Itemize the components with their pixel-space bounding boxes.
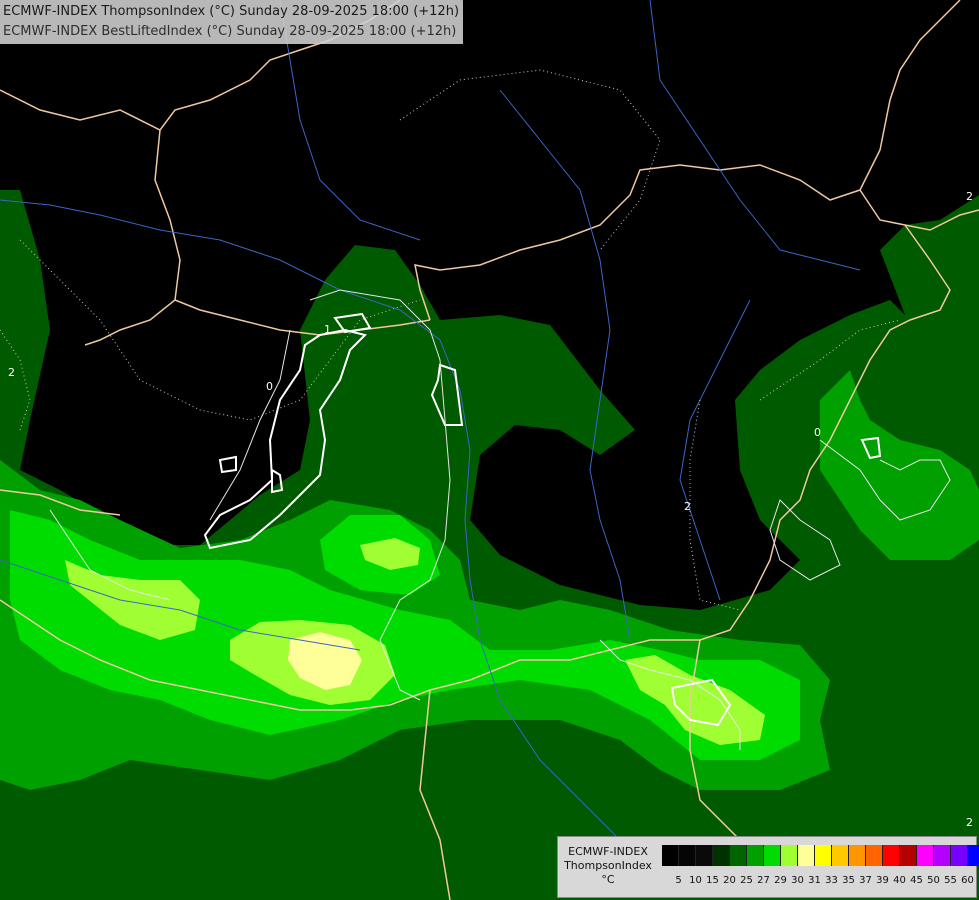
legend-swatch	[781, 845, 798, 866]
contour-label: 0	[814, 426, 821, 439]
legend-tick-label: 27	[757, 875, 770, 886]
legend-swatch	[730, 845, 747, 866]
legend-swatch	[866, 845, 883, 866]
legend-tick-label: 15	[706, 875, 719, 886]
legend-swatches	[662, 845, 979, 866]
legend-title-index: ThompsonIndex	[564, 859, 652, 872]
legend-swatch	[815, 845, 832, 866]
contour-label: 2	[966, 816, 973, 829]
legend-swatch	[968, 845, 979, 866]
forecast-map: 0 1 2 2 0 2 2	[0, 0, 979, 900]
color-legend: ECMWF-INDEX ThompsonIndex °C 5 10 15 20 25 27…	[557, 836, 979, 898]
legend-tick-label: 45	[910, 875, 923, 886]
legend-swatch	[883, 845, 900, 866]
legend-tick-label: 50	[927, 875, 940, 886]
legend-tick-label: 39	[876, 875, 889, 886]
legend-tick-label: 30	[791, 875, 804, 886]
legend-swatch	[696, 845, 713, 866]
legend-tick-label: 60	[961, 875, 974, 886]
legend-tick-label: 10	[689, 875, 702, 886]
legend-swatch	[849, 845, 866, 866]
legend-swatch	[934, 845, 951, 866]
legend-swatch	[747, 845, 764, 866]
legend-tick-label: 55	[944, 875, 957, 886]
legend-tick-label: 33	[825, 875, 838, 886]
contour-label: 2	[966, 190, 973, 203]
contour-label: 1	[324, 323, 331, 336]
legend-tick-label: 29	[774, 875, 787, 886]
legend-swatch	[900, 845, 917, 866]
legend-swatch	[951, 845, 968, 866]
legend-ticks: 5 10 15 20 25 27 29 30 31 33 35 37 39 40 45 50 55 60	[670, 875, 976, 886]
contour-label: 2	[8, 366, 15, 379]
legend-tick-label: 5	[675, 875, 682, 886]
contour-label: 2	[684, 500, 691, 513]
legend-tick-label: 37	[859, 875, 872, 886]
legend-tick-label: 25	[740, 875, 753, 886]
legend-title-model: ECMWF-INDEX	[568, 845, 648, 858]
legend-tick-label: 35	[842, 875, 855, 886]
header-title-lifted: ECMWF-INDEX BestLiftedIndex (°C) Sunday …	[3, 24, 457, 39]
legend-tick-label: 40	[893, 875, 906, 886]
legend-title-unit: °C	[601, 873, 615, 886]
map-canvas: 0 1 2 2 0 2 2	[0, 0, 979, 900]
legend-swatch	[662, 845, 679, 866]
legend-swatch	[713, 845, 730, 866]
legend-swatch	[679, 845, 696, 866]
map-header: ECMWF-INDEX ThompsonIndex (°C) Sunday 28…	[0, 0, 464, 44]
contour-label: 0	[266, 380, 273, 393]
legend-swatch	[917, 845, 934, 866]
legend-swatch	[832, 845, 849, 866]
header-title-thompson: ECMWF-INDEX ThompsonIndex (°C) Sunday 28…	[3, 4, 460, 19]
legend-swatch	[798, 845, 815, 866]
legend-tick-label: 20	[723, 875, 736, 886]
legend-tick-label: 31	[808, 875, 821, 886]
legend-title: ECMWF-INDEX ThompsonIndex °C	[560, 845, 656, 887]
legend-swatch	[764, 845, 781, 866]
